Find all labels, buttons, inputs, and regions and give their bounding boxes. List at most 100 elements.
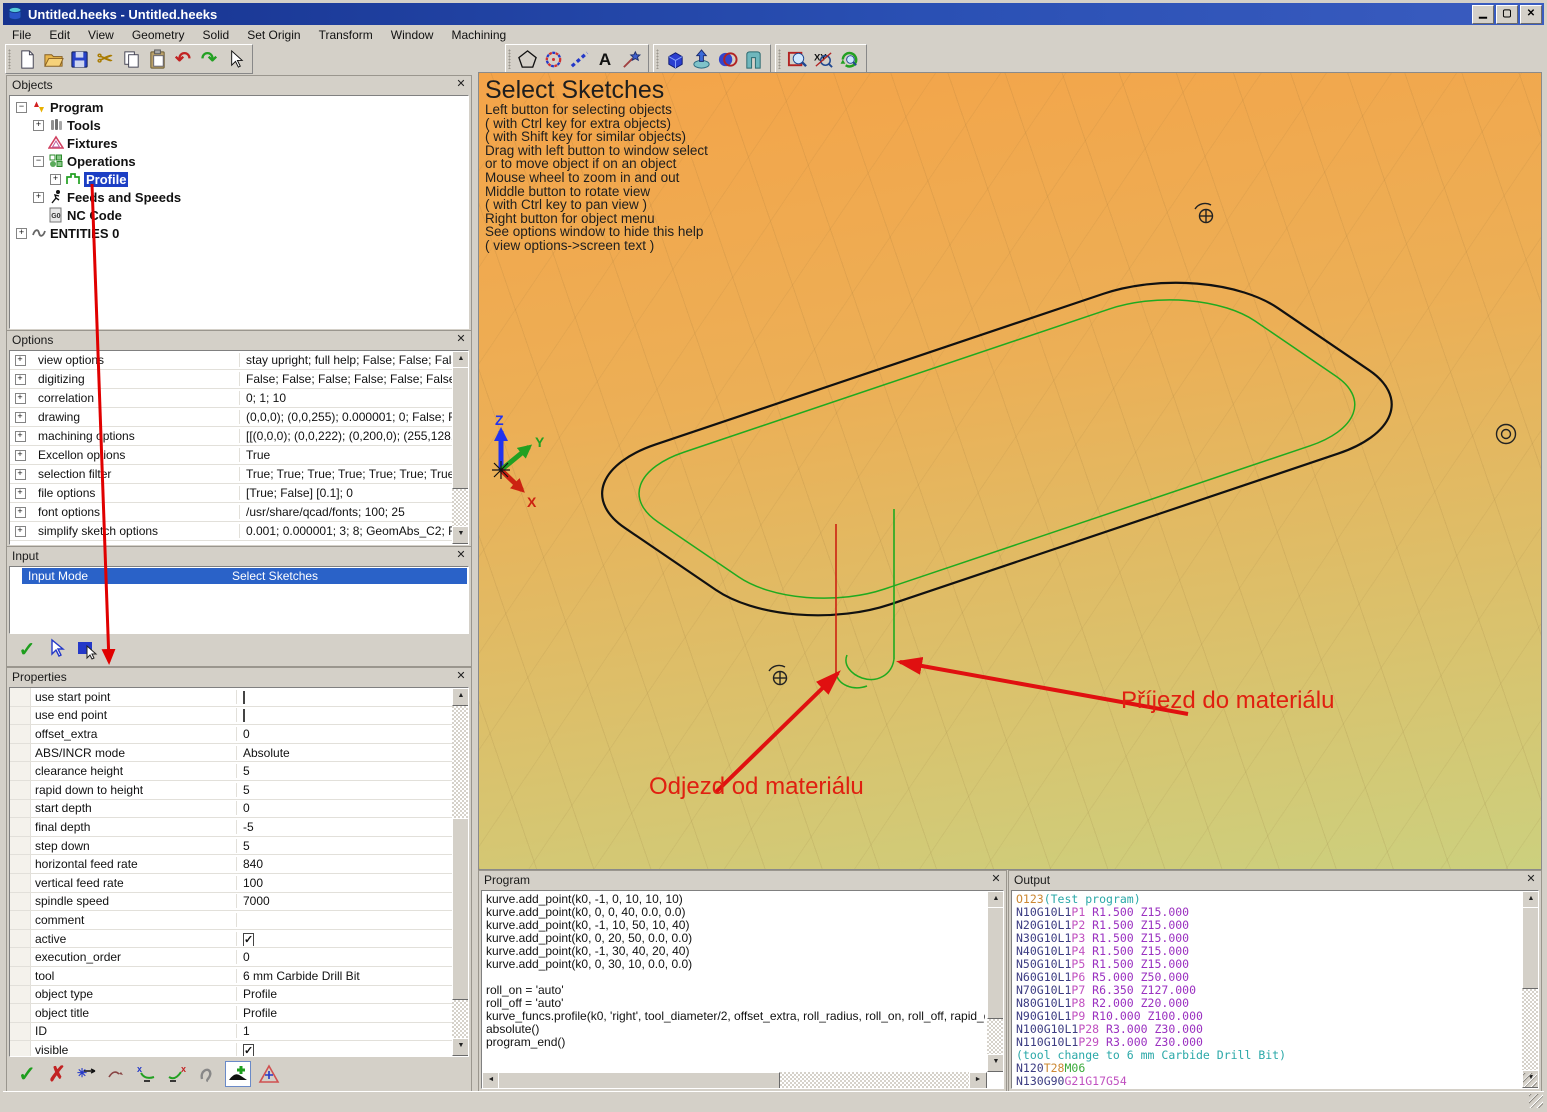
tree-item-nc-code[interactable]: G0NC Code	[10, 206, 468, 224]
magic-wand-icon[interactable]	[618, 46, 644, 72]
tree-item-fixtures[interactable]: Fixtures	[10, 134, 468, 152]
sketch-points-icon[interactable]	[540, 46, 566, 72]
zoom-window-icon[interactable]	[784, 46, 810, 72]
save-icon[interactable]	[66, 46, 92, 72]
property-value[interactable]: 6 mm Carbide Drill Bit	[237, 969, 452, 983]
options-row[interactable]: +Excellon optionsTrue	[10, 446, 452, 465]
property-row[interactable]: active✓	[10, 930, 452, 949]
option-value[interactable]: True; True; True; True; True; True; True…	[240, 467, 452, 481]
extrude-icon[interactable]	[688, 46, 714, 72]
options-row[interactable]: +simplify sketch options0.001; 0.000001;…	[10, 522, 452, 541]
option-value[interactable]: stay upright; full help; False; False; F…	[240, 353, 452, 367]
options-close-icon[interactable]: ✕	[454, 333, 468, 347]
scroll-up-icon[interactable]: ▲	[452, 688, 469, 706]
property-value[interactable]: 5	[237, 764, 452, 778]
expand-box-icon[interactable]: +	[15, 507, 26, 518]
objects-close-icon[interactable]: ✕	[454, 78, 468, 92]
expand-box-icon[interactable]: +	[15, 526, 26, 537]
close-button[interactable]: ✕	[1520, 5, 1542, 24]
properties-close-icon[interactable]: ✕	[454, 670, 468, 684]
input-mode-row[interactable]: Input Mode Select Sketches	[22, 568, 467, 584]
options-scrollbar[interactable]: ▲ ▼	[452, 351, 468, 544]
expand-box-icon[interactable]: +	[16, 228, 27, 239]
pick-curve-icon[interactable]	[105, 1062, 129, 1086]
property-row[interactable]: comment	[10, 911, 452, 930]
sketch-curl-icon[interactable]	[195, 1062, 219, 1086]
output-vscrollbar[interactable]: ▲ ▼	[1522, 891, 1538, 1088]
property-value[interactable]: 840	[237, 857, 452, 871]
tree-item-profile[interactable]: +Profile	[10, 170, 468, 188]
program-code[interactable]: kurve.add_point(k0, -1, 0, 10, 10, 10)ku…	[486, 893, 985, 1070]
property-row[interactable]: use start point	[10, 688, 452, 707]
titlebar[interactable]: Untitled.heeks - Untitled.heeks ▁ ▢ ✕	[3, 3, 1544, 25]
redo-icon[interactable]: ↷	[196, 46, 222, 72]
options-row[interactable]: +font options/usr/share/qcad/fonts; 100;…	[10, 503, 452, 522]
select-cursor-icon[interactable]	[45, 637, 69, 661]
collapse-box-icon[interactable]: −	[16, 102, 27, 113]
property-row[interactable]: final depth-5	[10, 818, 452, 837]
property-row[interactable]: clearance height5	[10, 762, 452, 781]
output-gcode[interactable]: O123(Test program)N10G10L1P1 R1.500 Z15.…	[1016, 893, 1520, 1086]
checkbox-checked[interactable]: ✓	[243, 1044, 254, 1057]
menu-view[interactable]: View	[79, 26, 123, 44]
property-row[interactable]: vertical feed rate100	[10, 874, 452, 893]
property-row[interactable]: object typeProfile	[10, 986, 452, 1005]
property-value[interactable]: 1	[237, 1024, 452, 1038]
checkbox-unchecked[interactable]	[243, 709, 245, 722]
undo-icon[interactable]: ↶	[170, 46, 196, 72]
copy-icon[interactable]	[118, 46, 144, 72]
program-vscrollbar[interactable]: ▲ ▼	[987, 891, 1003, 1072]
output-close-icon[interactable]: ✕	[1524, 873, 1538, 887]
new-file-icon[interactable]	[14, 46, 40, 72]
options-row[interactable]: +selection filterTrue; True; True; True;…	[10, 465, 452, 484]
property-row[interactable]: tool6 mm Carbide Drill Bit	[10, 967, 452, 986]
menu-window[interactable]: Window	[382, 26, 443, 44]
options-row[interactable]: +machining options[[(0,0,0); (0,0,222); …	[10, 427, 452, 446]
property-value[interactable]: Absolute	[237, 746, 452, 760]
property-value[interactable]	[237, 708, 452, 722]
open-file-icon[interactable]	[40, 46, 66, 72]
tree-item-feeds-and-speeds[interactable]: +Feeds and Speeds	[10, 188, 468, 206]
options-row[interactable]: +correlation0; 1; 10	[10, 389, 452, 408]
zoom-xy-icon[interactable]: XY	[810, 46, 836, 72]
minimize-button[interactable]: ▁	[1472, 5, 1494, 24]
input-close-icon[interactable]: ✕	[454, 549, 468, 563]
property-value[interactable]: 0	[237, 801, 452, 815]
menu-machining[interactable]: Machining	[442, 26, 515, 44]
add-fixture-icon[interactable]	[257, 1062, 281, 1086]
text-tool-icon[interactable]: A	[592, 46, 618, 72]
add-material-icon[interactable]	[225, 1061, 251, 1087]
menu-geometry[interactable]: Geometry	[123, 26, 194, 44]
expand-box-icon[interactable]: +	[15, 393, 26, 404]
window-resize-grip[interactable]	[1529, 1094, 1543, 1108]
property-value[interactable]: ✓	[237, 1043, 452, 1057]
option-value[interactable]: 0.001; 0.000001; 3; 8; GeomAbs_C2; False…	[240, 524, 452, 538]
property-value[interactable]	[237, 690, 452, 704]
scroll-right-icon[interactable]: ►	[969, 1072, 987, 1089]
options-row[interactable]: +file options[True; False] [0.1]; 0	[10, 484, 452, 503]
tree-item-tools[interactable]: +Tools	[10, 116, 468, 134]
property-value[interactable]: 100	[237, 876, 452, 890]
checkbox-checked[interactable]: ✓	[243, 933, 254, 946]
option-value[interactable]: (0,0,0); (0,0,255); 0.000001; 0; False; …	[240, 410, 452, 424]
menu-edit[interactable]: Edit	[40, 26, 79, 44]
cut-icon[interactable]: ✂	[92, 46, 118, 72]
objects-tree[interactable]: −Program+ToolsFixtures−Operations+Profil…	[9, 95, 469, 329]
property-value[interactable]: 0	[237, 727, 452, 741]
options-row[interactable]: +view optionsstay upright; full help; Fa…	[10, 351, 452, 370]
property-value[interactable]: 5	[237, 783, 452, 797]
properties-scrollbar[interactable]: ▲ ▼	[452, 688, 468, 1056]
property-row[interactable]: horizontal feed rate840	[10, 855, 452, 874]
menu-set-origin[interactable]: Set Origin	[238, 26, 309, 44]
option-value[interactable]: /usr/share/qcad/fonts; 100; 25	[240, 505, 452, 519]
tree-item-entities-0[interactable]: +ENTITIES 0	[10, 224, 468, 242]
property-value[interactable]: 7000	[237, 894, 452, 908]
select-mode-icon[interactable]	[222, 46, 248, 72]
expand-box-icon[interactable]: +	[15, 431, 26, 442]
expand-box-icon[interactable]: +	[15, 355, 26, 366]
sphere-subtract-icon[interactable]	[714, 46, 740, 72]
option-value[interactable]: True	[240, 448, 452, 462]
expand-box-icon[interactable]: +	[15, 374, 26, 385]
property-row[interactable]: rapid down to height5	[10, 781, 452, 800]
apply-icon[interactable]: ✓	[15, 1062, 39, 1086]
